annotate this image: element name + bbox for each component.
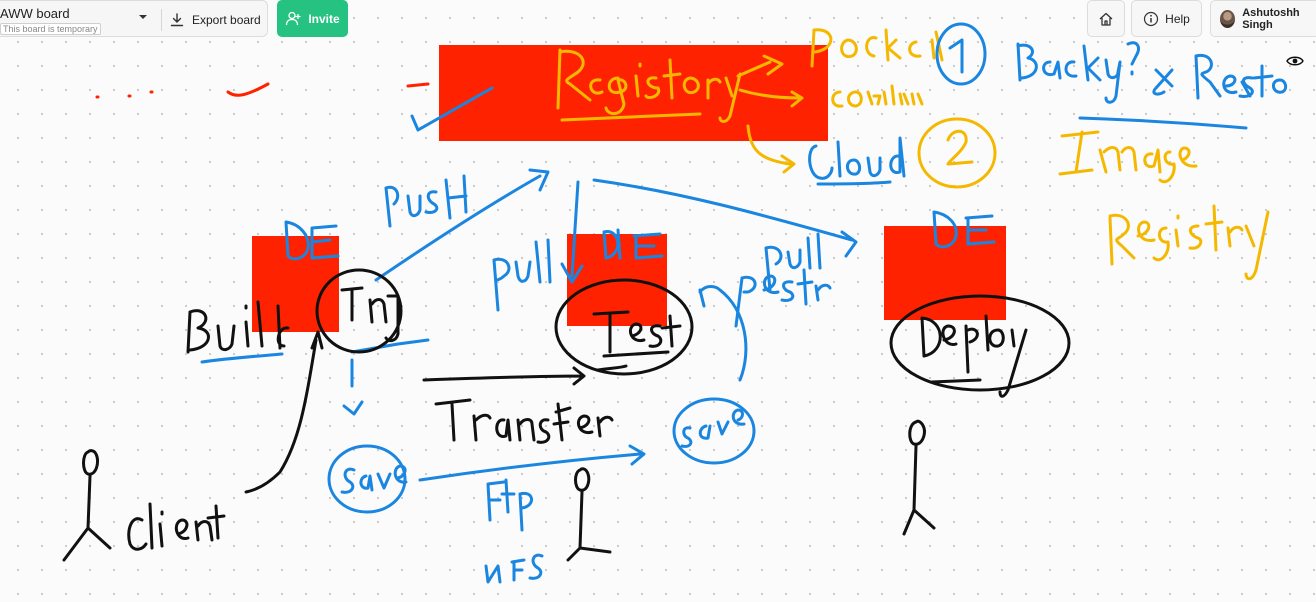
chevron-down-icon[interactable]: [138, 12, 148, 22]
eye-icon[interactable]: [1286, 54, 1304, 68]
add-user-icon: [286, 11, 301, 26]
home-button[interactable]: [1087, 0, 1125, 37]
invite-button[interactable]: Invite: [277, 0, 348, 37]
board-toolbar: AWW board This board is temporary Export…: [0, 0, 268, 37]
board-temporary-badge: This board is temporary: [0, 23, 101, 35]
home-icon: [1099, 12, 1113, 26]
export-board-button[interactable]: Export board: [170, 1, 261, 38]
user-menu-button[interactable]: Ashutoshh Singh: [1210, 0, 1316, 37]
red-ink: [95, 82, 430, 99]
help-label: Help: [1165, 11, 1190, 26]
invite-label: Invite: [308, 11, 340, 26]
info-icon: [1144, 11, 1159, 26]
avatar: [1220, 9, 1236, 28]
help-button[interactable]: Help: [1131, 0, 1202, 37]
download-icon: [170, 12, 184, 26]
deploy-block: [884, 226, 1006, 320]
board-title[interactable]: AWW board: [0, 6, 70, 21]
toolbar-divider: [161, 9, 162, 31]
whiteboard-canvas[interactable]: [0, 0, 1316, 602]
export-board-label: Export board: [192, 12, 261, 27]
user-name: Ashutoshh Singh: [1242, 6, 1300, 31]
